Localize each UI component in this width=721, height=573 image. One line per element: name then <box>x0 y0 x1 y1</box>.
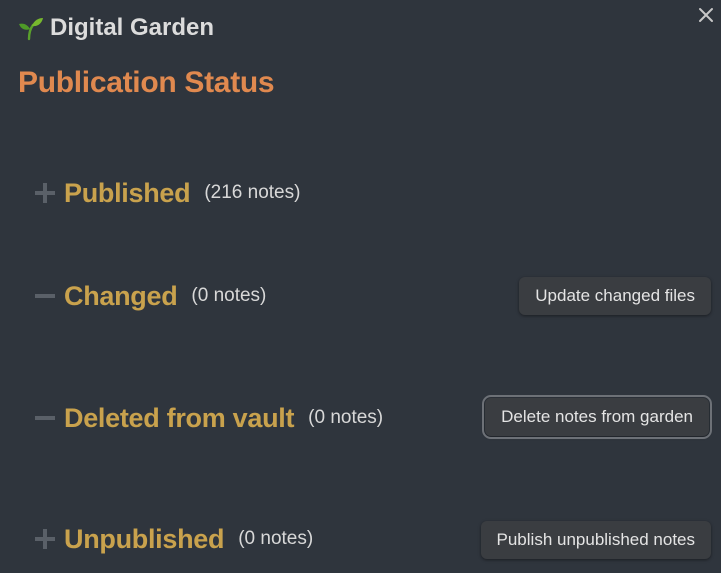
close-button[interactable] <box>695 4 717 26</box>
section-changed: Changed (0 notes) Update changed files <box>34 274 711 318</box>
app-title: Digital Garden <box>18 14 214 42</box>
app-title-text: Digital Garden <box>50 14 215 41</box>
sprout-icon <box>19 18 43 41</box>
delete-notes-from-garden-button[interactable]: Delete notes from garden <box>482 395 712 439</box>
collapse-toggle-changed[interactable] <box>34 285 56 307</box>
minus-icon <box>35 294 55 298</box>
minus-icon <box>35 416 55 420</box>
expand-toggle-unpublished[interactable] <box>34 528 56 550</box>
plus-icon-vertical <box>43 529 47 549</box>
close-icon <box>699 8 713 22</box>
update-changed-files-button[interactable]: Update changed files <box>519 277 711 315</box>
note-count: (0 notes) <box>308 407 384 428</box>
note-count: (0 notes) <box>191 285 267 306</box>
section-title: Unpublished <box>64 523 225 554</box>
expand-toggle-published[interactable] <box>34 182 56 204</box>
section-title: Changed <box>64 280 178 311</box>
publication-status-modal: Digital Garden Publication Status Publis… <box>0 0 721 573</box>
plus-icon-vertical <box>43 183 47 203</box>
section-published: Published (216 notes) <box>34 171 711 215</box>
page-title: Publication Status <box>18 66 275 99</box>
note-count: (0 notes) <box>238 528 314 549</box>
note-count: (216 notes) <box>204 182 301 203</box>
section-deleted-from-vault: Deleted from vault (0 notes) Delete note… <box>34 395 712 440</box>
section-unpublished: Unpublished (0 notes) Publish unpublishe… <box>34 517 711 561</box>
section-title: Published <box>64 177 191 208</box>
collapse-toggle-deleted[interactable] <box>34 407 56 429</box>
section-title: Deleted from vault <box>64 402 295 433</box>
publish-unpublished-notes-button[interactable]: Publish unpublished notes <box>480 521 711 559</box>
